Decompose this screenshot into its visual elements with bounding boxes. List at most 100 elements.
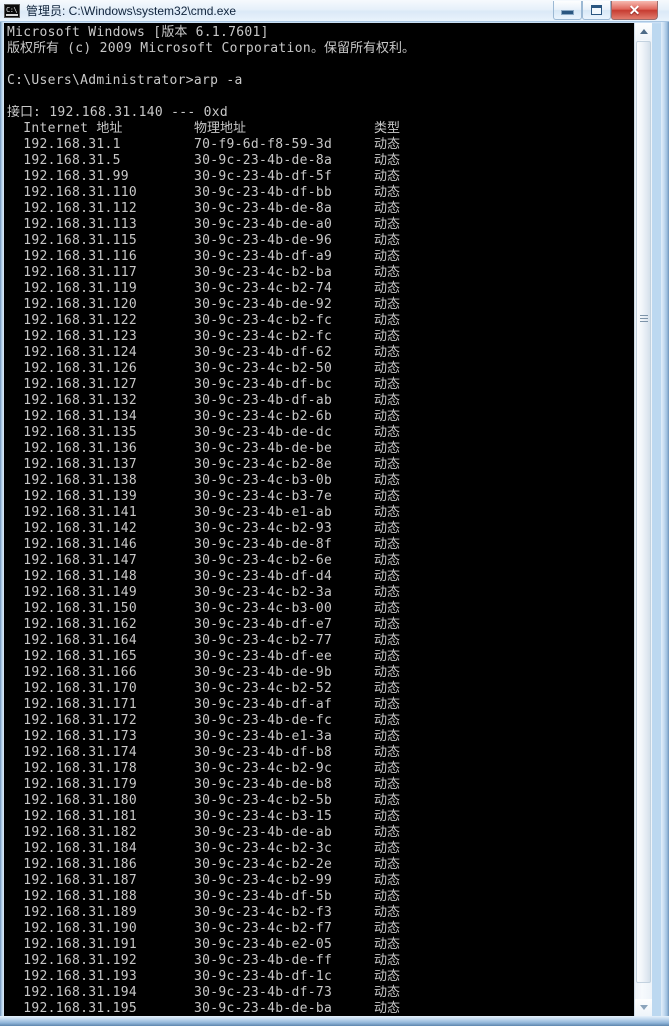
console-scrollbar[interactable] <box>634 23 652 1016</box>
entry-type: 动态 <box>374 953 401 968</box>
entry-mac-address: 30-9c-23-4c-b2-52 <box>194 681 333 696</box>
entry-type: 动态 <box>374 137 401 152</box>
entry-type: 动态 <box>374 505 401 520</box>
entry-type: 动态 <box>374 633 401 648</box>
entry-type: 动态 <box>374 777 401 792</box>
entry-mac-address: 30-9c-23-4b-de-be <box>194 441 333 456</box>
entry-ip-address: 192.168.31.189 <box>7 905 138 920</box>
cmd-icon-bar <box>6 14 18 16</box>
minimize-button[interactable] <box>553 1 582 20</box>
entry-mac-address: 30-9c-23-4c-b2-3c <box>194 841 333 856</box>
arp-entry-row: 192.168.31.171 30-9c-23-4b-df-af 动态 <box>7 697 415 713</box>
entry-type: 动态 <box>374 937 401 952</box>
entry-mac-address: 30-9c-23-4b-de-92 <box>194 297 333 312</box>
entry-ip-address: 192.168.31.146 <box>7 537 138 552</box>
entry-mac-address: 30-9c-23-4b-de-8f <box>194 537 333 552</box>
entry-type: 动态 <box>374 217 401 232</box>
entry-type: 动态 <box>374 681 401 696</box>
entry-type: 动态 <box>374 873 401 888</box>
entry-type: 动态 <box>374 521 401 536</box>
arp-entry-row: 192.168.31.192 30-9c-23-4b-de-ff 动态 <box>7 953 415 969</box>
entry-mac-address: 30-9c-23-4b-de-fc <box>194 713 333 728</box>
arp-entry-row: 192.168.31.195 30-9c-23-4b-de-ba 动态 <box>7 1001 415 1016</box>
entry-mac-address: 30-9c-23-4c-b3-00 <box>194 601 333 616</box>
entry-type: 动态 <box>374 265 401 280</box>
console-client-area[interactable]: Microsoft Windows [版本 6.1.7601] 版权所有 (c) … <box>4 23 634 1016</box>
maximize-button[interactable] <box>582 1 611 20</box>
entry-ip-address: 192.168.31.174 <box>7 745 138 760</box>
entry-mac-address: 30-9c-23-4b-de-ff <box>194 953 333 968</box>
entry-ip-address: 192.168.31.122 <box>7 313 138 328</box>
entry-ip-address: 192.168.31.181 <box>7 809 138 824</box>
entry-ip-address: 192.168.31.127 <box>7 377 138 392</box>
entry-ip-address: 192.168.31.112 <box>7 201 138 216</box>
entry-ip-address: 192.168.31.194 <box>7 985 138 1000</box>
arp-entry-row: 192.168.31.149 30-9c-23-4c-b2-3a 动态 <box>7 585 415 601</box>
scroll-down-arrow[interactable] <box>635 999 652 1016</box>
entry-mac-address: 30-9c-23-4b-e1-ab <box>194 505 333 520</box>
prompt-line: C:\Users\Administrator>arp -a <box>7 73 243 88</box>
entry-mac-address: 30-9c-23-4c-b3-0b <box>194 473 333 488</box>
arp-entry-row: 192.168.31.124 30-9c-23-4b-df-62 动态 <box>7 345 415 361</box>
entry-mac-address: 30-9c-23-4c-b2-74 <box>194 281 333 296</box>
arp-entry-row: 192.168.31.172 30-9c-23-4b-de-fc 动态 <box>7 713 415 729</box>
entry-ip-address: 192.168.31.188 <box>7 889 138 904</box>
arp-entry-row: 192.168.31.117 30-9c-23-4c-b2-ba 动态 <box>7 265 415 281</box>
cmd-window: C:\ 管理员: C:\Windows\system32\cmd.exe ✕ M… <box>0 0 669 1026</box>
entry-mac-address: 30-9c-23-4b-df-b8 <box>194 745 333 760</box>
entry-mac-address: 30-9c-23-4c-b2-f3 <box>194 905 333 920</box>
entry-ip-address: 192.168.31.178 <box>7 761 138 776</box>
entry-mac-address: 30-9c-23-4c-b2-9c <box>194 761 333 776</box>
entry-mac-address: 30-9c-23-4c-b2-2e <box>194 857 333 872</box>
entry-mac-address: 30-9c-23-4b-de-9b <box>194 665 333 680</box>
entry-type: 动态 <box>374 473 401 488</box>
entry-ip-address: 192.168.31.147 <box>7 553 138 568</box>
entry-ip-address: 192.168.31.191 <box>7 937 138 952</box>
arp-entry-row: 192.168.31.139 30-9c-23-4c-b3-7e 动态 <box>7 489 415 505</box>
arp-entry-row: 192.168.31.165 30-9c-23-4b-df-ee 动态 <box>7 649 415 665</box>
arp-entry-row: 192.168.31.146 30-9c-23-4b-de-8f 动态 <box>7 537 415 553</box>
entry-type: 动态 <box>374 569 401 584</box>
entry-mac-address: 30-9c-23-4b-de-8a <box>194 153 333 168</box>
entry-mac-address: 30-9c-23-4b-df-62 <box>194 345 333 360</box>
arp-entry-row: 192.168.31.187 30-9c-23-4c-b2-99 动态 <box>7 873 415 889</box>
entry-ip-address: 192.168.31.195 <box>7 1001 138 1016</box>
entry-mac-address: 30-9c-23-4b-de-dc <box>194 425 333 440</box>
scroll-thumb[interactable] <box>636 41 651 983</box>
entry-type: 动态 <box>374 169 401 184</box>
window-frame-right <box>661 22 669 1026</box>
arp-entry-row: 192.168.31.150 30-9c-23-4c-b3-00 动态 <box>7 601 415 617</box>
close-button[interactable]: ✕ <box>611 1 658 20</box>
entry-ip-address: 192.168.31.164 <box>7 633 138 648</box>
console-output: Microsoft Windows [版本 6.1.7601] 版权所有 (c) … <box>4 23 415 1016</box>
entry-mac-address: 30-9c-23-4b-e1-3a <box>194 729 333 744</box>
entry-mac-address: 70-f9-6d-f8-59-3d <box>194 137 333 152</box>
entry-mac-address: 30-9c-23-4b-df-ee <box>194 649 333 664</box>
entry-ip-address: 192.168.31.139 <box>7 489 138 504</box>
interface-line: 接口: 192.168.31.140 --- 0xd <box>7 105 229 120</box>
scroll-up-arrow[interactable] <box>635 23 652 40</box>
arp-entry-row: 192.168.31.137 30-9c-23-4c-b2-8e 动态 <box>7 457 415 473</box>
scroll-thumb-grip <box>640 315 648 323</box>
entry-type: 动态 <box>374 745 401 760</box>
entry-type: 动态 <box>374 345 401 360</box>
entry-ip-address: 192.168.31.134 <box>7 409 138 424</box>
entry-mac-address: 30-9c-23-4c-b2-8e <box>194 457 333 472</box>
entry-type: 动态 <box>374 617 401 632</box>
entry-ip-address: 192.168.31.166 <box>7 665 138 680</box>
entry-ip-address: 192.168.31.173 <box>7 729 138 744</box>
entry-ip-address: 192.168.31.186 <box>7 857 138 872</box>
entry-mac-address: 30-9c-23-4b-de-b8 <box>194 777 333 792</box>
entry-type: 动态 <box>374 537 401 552</box>
arp-entry-row: 192.168.31.141 30-9c-23-4b-e1-ab 动态 <box>7 505 415 521</box>
title-bar[interactable]: C:\ 管理员: C:\Windows\system32\cmd.exe ✕ <box>0 0 669 22</box>
window-title: 管理员: C:\Windows\system32\cmd.exe <box>26 4 237 18</box>
entry-ip-address: 192.168.31.137 <box>7 457 138 472</box>
arp-entry-row: 192.168.31.123 30-9c-23-4c-b2-fc 动态 <box>7 329 415 345</box>
entry-type: 动态 <box>374 985 401 1000</box>
entry-ip-address: 192.168.31.113 <box>7 217 138 232</box>
entry-type: 动态 <box>374 249 401 264</box>
entry-type: 动态 <box>374 601 401 616</box>
